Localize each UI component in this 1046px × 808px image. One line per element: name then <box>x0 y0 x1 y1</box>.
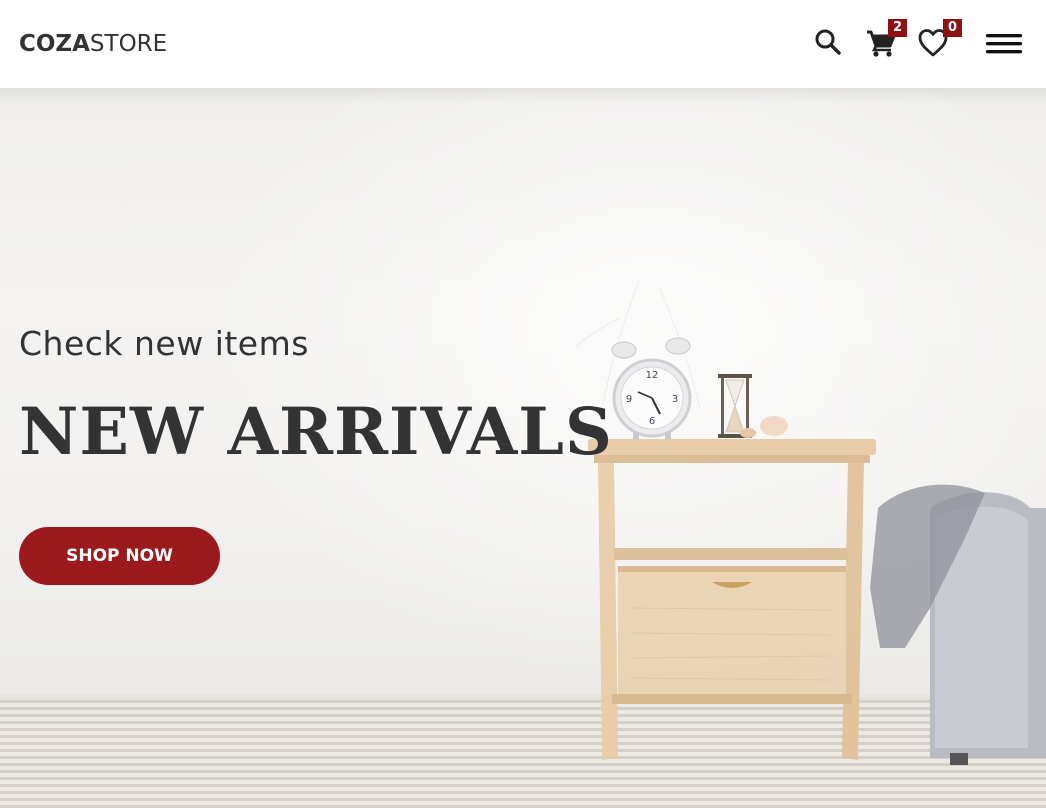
logo-bold-text: COZA <box>19 31 90 57</box>
search-icon <box>815 29 841 55</box>
search-button[interactable] <box>808 22 848 62</box>
svg-text:12: 12 <box>646 370 659 381</box>
alarm-clock: 12 3 6 9 <box>611 337 692 440</box>
logo[interactable]: COZASTORE <box>19 29 167 57</box>
logo-light-text: STORE <box>89 31 168 57</box>
cart-button[interactable]: 2 <box>860 19 907 62</box>
wishlist-count-badge: 0 <box>943 19 962 37</box>
nightstand <box>588 439 876 760</box>
svg-text:6: 6 <box>649 416 655 427</box>
menu-button[interactable] <box>982 28 1026 60</box>
hero-subtitle: Check new items <box>19 324 309 363</box>
wishlist-button[interactable]: 0 <box>913 19 962 62</box>
site-header: COZASTORE 2 0 <box>0 0 1046 88</box>
cart-count-badge: 2 <box>888 19 907 37</box>
svg-text:9: 9 <box>626 394 632 405</box>
hamburger-menu-icon <box>986 34 1022 54</box>
shop-now-button[interactable]: SHOP NOW <box>19 527 220 585</box>
hero-title: NEW ARRIVALS <box>19 394 613 470</box>
svg-text:3: 3 <box>672 394 678 405</box>
hero-banner: 12 3 6 9 Check new items NEW ARRIVALS SH… <box>0 88 1046 808</box>
sofa-arm <box>870 484 1046 765</box>
